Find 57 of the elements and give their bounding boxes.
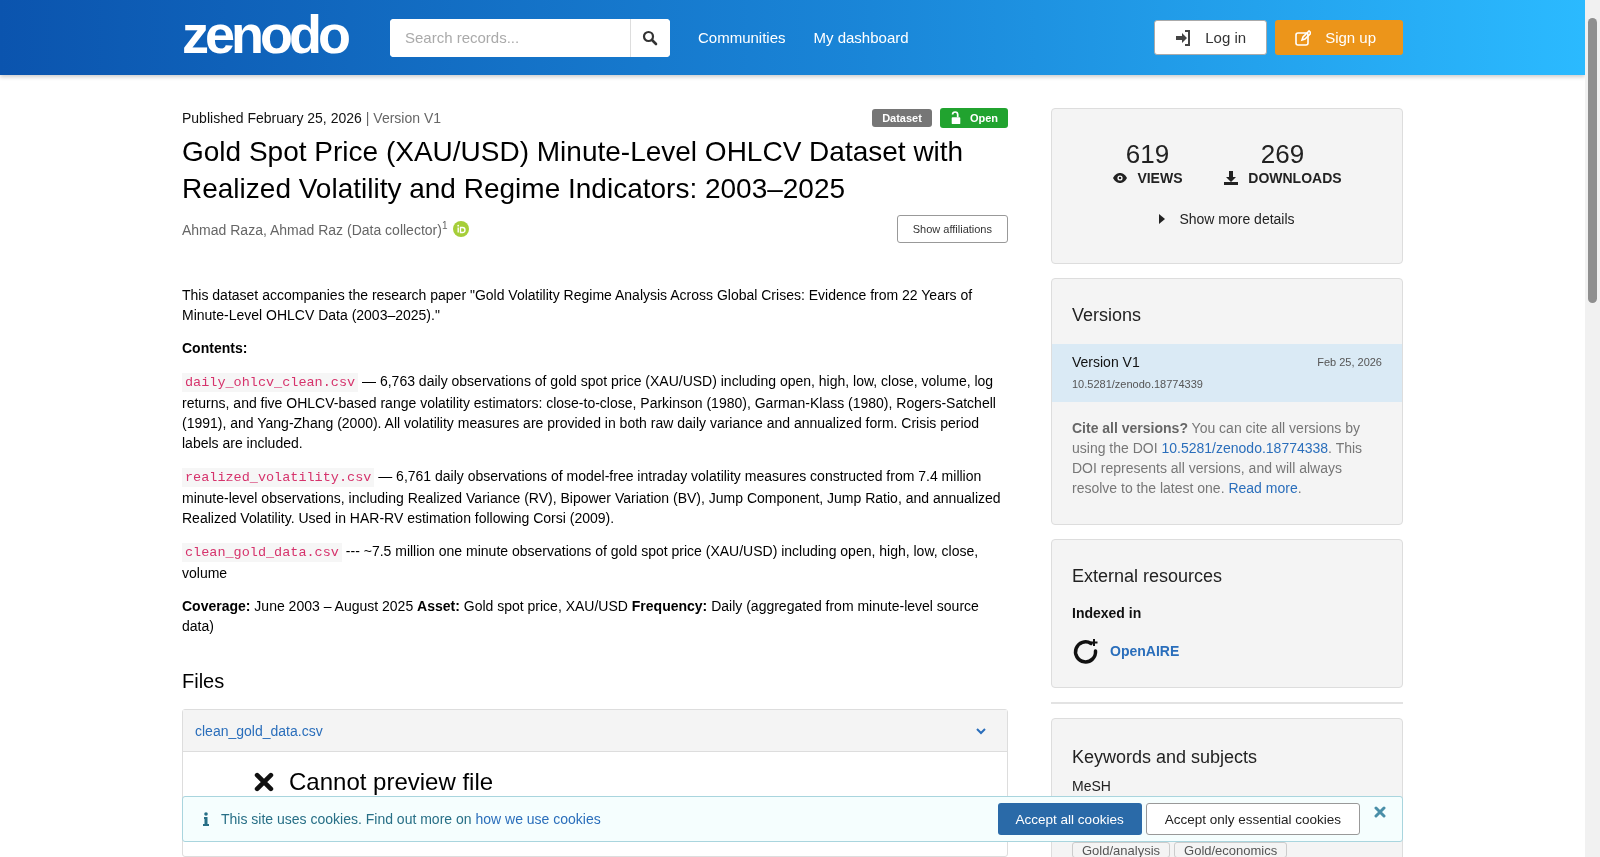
file-description: clean_gold_data.csv --- ~7.5 million one minute observations of gold spot price (XAU/USD) including open, high, low, close, volume (182, 542, 980, 583)
cookie-policy-link[interactable]: how we use cookies (475, 811, 601, 827)
version-name: Version V1 (1072, 354, 1140, 370)
card-title: External resources (1071, 565, 1224, 588)
description-paragraph: This dataset accompanies the research paper "Gold Volatility Regime Analysis Across Global Crises: Evidence from 22 Years of Minute-Level OHLCV Data (2003–2025)." (182, 286, 974, 325)
subject-scheme: MeSH (1071, 778, 1112, 794)
preview-message: Cannot preview file (289, 768, 494, 796)
version-item[interactable]: Version V1 Feb 25, 2026 10.5281/zenodo.18774339 (1052, 344, 1402, 402)
search-button[interactable] (630, 18, 670, 57)
download-icon (1223, 170, 1240, 186)
arrow-into-door-icon (1175, 29, 1192, 46)
file-link[interactable]: clean_gold_data.csv (195, 722, 323, 739)
publication-date: Published February 25, 2026 (182, 110, 362, 126)
version-date: Feb 25, 2026 (1317, 356, 1382, 368)
accept-essential-button[interactable]: Accept only essential cookies (1145, 803, 1360, 835)
show-details-toggle[interactable]: Show more details (1153, 210, 1301, 228)
resource-link[interactable]: OpenAIRE (1110, 643, 1180, 659)
stat-label: DOWNLOADS (1248, 170, 1342, 186)
contents-heading: Contents: (182, 339, 249, 358)
card-title: Keywords and subjects (1071, 746, 1259, 769)
file-header[interactable]: clean_gold_data.csv (183, 710, 1007, 752)
version-label: | Version V1 (365, 110, 442, 126)
ring-logo-icon (1072, 637, 1100, 665)
caret-icon (1159, 214, 1166, 224)
search-field[interactable]: Search records... (390, 18, 670, 57)
file-description: daily_ohlcv_clean.csv — 6,763 daily observations of gold spot price (XAU/USD) including open, high, low, close, volume, log returns, and five OHLCV-based range volatility estimators: close-to-close, Parkinson (1980), Garman-Klass (1980), Rogers-Satchell (1991), and Yang-Zhang (2000). All volatility measures are provided in both raw daily variance and annualized form. Crisis period labels are included. (182, 372, 997, 453)
files-heading: Files (182, 670, 226, 693)
access-label: Open (939, 108, 1008, 128)
nav-link[interactable]: My dashboard (813, 29, 909, 46)
cite-note: Cite all versions? You can cite all versions by using the DOI 10.5281/zenodo.18774338. This DOI represents all versions, and will always resolve to the latest one. Read more. (1071, 419, 1364, 498)
stat-count: 269 (1260, 139, 1305, 170)
indexed-in-label: Indexed in (1071, 605, 1143, 621)
accept-all-button[interactable]: Accept all cookies (997, 803, 1142, 835)
stat-count: 619 (1125, 139, 1170, 170)
cite-link[interactable]: Read more (1228, 480, 1298, 496)
close-icon (1374, 805, 1386, 818)
version-doi: 10.5281/zenodo.18774339 (1072, 378, 1204, 390)
description-paragraph: Coverage: June 2003 – August 2025 Asset: Gold spot price, XAU/USD Frequency: Daily (aggregated from minute-level source data) (182, 597, 980, 636)
eye-icon (1112, 170, 1129, 186)
stat-label: VIEWS (1137, 170, 1183, 186)
cookie-message: This site uses cookies. Find out more on how we use cookies (221, 811, 601, 827)
search-icon (642, 29, 659, 46)
card-title: Versions (1071, 304, 1143, 327)
info-icon (203, 812, 209, 826)
pencil-square-icon (1295, 29, 1312, 46)
record-title: Gold Spot Price (XAU/USD) Minute-Level OHLCV Dataset with Realized Volatility and Regime Indicators: 2003–2025 (182, 135, 965, 206)
resource-type-label: Dataset (872, 109, 932, 127)
nav-link[interactable]: Communities (698, 29, 786, 46)
show-affiliations-button[interactable]: Show affiliations (896, 215, 1008, 243)
zenodo-logo[interactable]: zenodo (182, 3, 347, 64)
login-button[interactable]: Log in (1154, 20, 1268, 55)
creator-names: Ahmad Raza, Ahmad Raz (Data collector)$^{1}$ (182, 220, 448, 238)
keyword-tag[interactable]: Gold/analysis (1072, 842, 1171, 857)
file-description: realized_volatility.csv — 6,761 daily observations of model-free intraday volatility measures constructed from 7.4 million minute-level observations, including Realized Variance (RV), Bipower Variation (BV), Jump Component, Jump Ratio, and annualized Realized Volatility. Used in HAR-RV estimation following Corsi (2009). (182, 467, 1002, 528)
keyword-tag[interactable]: Gold/economics (1174, 842, 1288, 857)
lock-icon (949, 111, 962, 125)
cross-icon (253, 771, 275, 793)
